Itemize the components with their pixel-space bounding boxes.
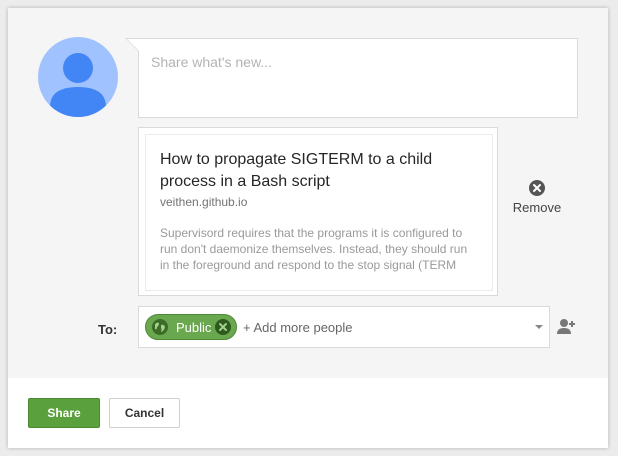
avatar — [38, 37, 118, 117]
cancel-button[interactable]: Cancel — [109, 398, 180, 428]
chip-label: Public — [176, 320, 212, 335]
share-content: How to propagate SIGTERM to a child proc… — [8, 8, 608, 378]
default-user-icon — [50, 53, 106, 117]
link-description: Supervisord requires that the programs i… — [160, 226, 468, 272]
public-chip[interactable]: Public — [145, 314, 237, 340]
add-person-icon[interactable] — [556, 317, 576, 337]
chip-remove-icon[interactable] — [215, 319, 231, 335]
link-preview-inner: How to propagate SIGTERM to a child proc… — [145, 134, 493, 291]
link-title[interactable]: How to propagate SIGTERM to a child proc… — [160, 149, 480, 193]
link-domain: veithen.github.io — [160, 195, 248, 209]
close-circle-icon[interactable] — [529, 180, 545, 196]
link-preview-card: How to propagate SIGTERM to a child proc… — [138, 127, 498, 296]
share-box — [125, 38, 578, 118]
globe-icon — [152, 319, 168, 335]
share-button[interactable]: Share — [28, 398, 100, 428]
add-people-input[interactable] — [243, 318, 513, 336]
remove-label: Remove — [512, 200, 562, 215]
to-label: To: — [98, 322, 118, 337]
share-dialog: How to propagate SIGTERM to a child proc… — [8, 8, 608, 448]
dialog-footer: Share Cancel — [8, 378, 608, 448]
share-input[interactable] — [149, 49, 573, 75]
remove-link-button[interactable]: Remove — [505, 180, 569, 220]
audience-box[interactable]: Public — [138, 306, 550, 348]
dropdown-arrow-icon[interactable] — [535, 325, 543, 329]
